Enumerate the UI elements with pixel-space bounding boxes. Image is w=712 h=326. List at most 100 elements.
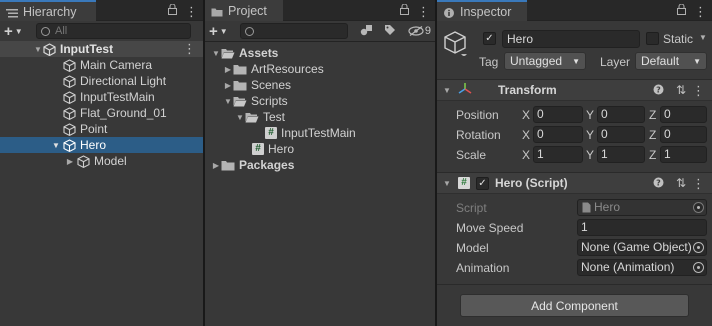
position-y-field[interactable]: 0	[597, 106, 645, 123]
tree-input-test-main[interactable]: # InputTestMain	[205, 125, 435, 141]
transform-title: Transform	[498, 83, 557, 97]
tab-hierarchy[interactable]: Hierarchy	[0, 0, 96, 21]
gameobject-large-icon[interactable]	[444, 30, 470, 59]
script-component-header[interactable]: ▼ # ✓ Hero (Script) ? ⇅ ⋮	[437, 172, 712, 194]
create-button[interactable]: + ▼	[4, 23, 32, 40]
object-name-field[interactable]: Hero	[502, 30, 640, 48]
model-label: Model	[456, 241, 489, 255]
folder-tab-icon	[211, 6, 223, 16]
preset-icon[interactable]: ⇅	[676, 83, 686, 97]
tag-dropdown[interactable]: Untagged ▼	[504, 52, 586, 70]
hierarchy-item-label: InputTestMain	[80, 90, 155, 104]
tree-hero-script[interactable]: # Hero	[205, 141, 435, 157]
csharp-script-icon: #	[458, 177, 470, 189]
help-icon[interactable]: ?	[653, 177, 664, 191]
hierarchy-search-input[interactable]: All	[36, 23, 191, 39]
static-dropdown-arrow-icon[interactable]: ▼	[699, 33, 707, 42]
transform-icon	[458, 82, 472, 98]
transform-header[interactable]: ▼ Transform ? ⇅ ⋮	[437, 79, 712, 101]
collapse-arrow-icon[interactable]: ▶	[223, 81, 233, 90]
expand-arrow-icon[interactable]: ▼	[235, 113, 245, 122]
collapse-arrow-icon[interactable]: ▶	[223, 65, 233, 74]
tree-label: Scenes	[251, 78, 292, 92]
component-menu-icon[interactable]: ⋮	[692, 83, 705, 99]
gameobject-icon	[63, 106, 76, 120]
more-menu-icon[interactable]: ⋮	[185, 4, 198, 20]
script-component-title: Hero (Script)	[495, 176, 568, 190]
scale-y-field[interactable]: 1	[597, 146, 645, 163]
folder-icon	[233, 80, 247, 91]
tree-packages[interactable]: ▶ Packages	[205, 157, 435, 173]
expand-arrow-icon[interactable]: ▼	[223, 97, 233, 106]
collapse-arrow-icon[interactable]: ▶	[65, 157, 75, 166]
expand-arrow-icon[interactable]: ▼	[211, 49, 221, 58]
animation-field[interactable]: None (Animation)	[577, 259, 707, 276]
search-by-type-icon[interactable]	[360, 24, 374, 39]
hierarchy-item-point[interactable]: Point	[0, 121, 203, 137]
lock-icon[interactable]	[677, 3, 686, 20]
scene-row[interactable]: ▼ InputTest ⋮	[0, 41, 203, 57]
hierarchy-item-main-camera[interactable]: Main Camera	[0, 57, 203, 73]
scale-x-field[interactable]: 1	[533, 146, 583, 163]
hierarchy-item-hero[interactable]: ▼ Hero	[0, 137, 203, 153]
tree-label: InputTestMain	[281, 126, 356, 140]
scene-more-icon[interactable]: ⋮	[183, 41, 196, 57]
model-field[interactable]: None (Game Object)	[577, 239, 707, 256]
move-speed-field[interactable]: 1	[577, 219, 707, 236]
component-menu-icon[interactable]: ⋮	[692, 176, 705, 192]
expand-arrow-icon[interactable]: ▼	[51, 141, 61, 150]
csharp-script-icon: #	[265, 127, 277, 139]
position-z-field[interactable]: 0	[660, 106, 707, 123]
scale-z-field[interactable]: 1	[660, 146, 707, 163]
gameobject-icon	[63, 74, 76, 88]
hierarchy-item-input-test-main[interactable]: InputTestMain	[0, 89, 203, 105]
tree-label: Test	[263, 110, 286, 124]
search-by-label-icon[interactable]	[384, 24, 396, 39]
active-checkbox[interactable]: ✓	[483, 32, 496, 45]
tab-project[interactable]: Project	[205, 0, 283, 21]
rotation-y-field[interactable]: 0	[597, 126, 645, 143]
rotation-z-field[interactable]: 0	[660, 126, 707, 143]
tree-test[interactable]: ▼ Test	[205, 109, 435, 125]
layer-value: Default	[641, 54, 680, 68]
search-icon	[41, 26, 50, 36]
hierarchy-item-label: Model	[94, 154, 127, 168]
hierarchy-item-flat-ground[interactable]: Flat_Ground_01	[0, 105, 203, 121]
tree-scripts[interactable]: ▼ Scripts	[205, 93, 435, 109]
position-x-field[interactable]: 0	[533, 106, 583, 123]
lock-icon[interactable]	[400, 3, 409, 20]
expand-arrow-icon[interactable]: ▼	[442, 86, 452, 95]
static-checkbox[interactable]	[646, 32, 659, 45]
object-picker-icon[interactable]	[693, 262, 704, 273]
tree-label: Scripts	[251, 94, 288, 108]
inspector-tabbar: Inspector ⋮	[437, 0, 712, 21]
hierarchy-item-model[interactable]: ▶ Model	[0, 153, 203, 169]
object-picker-icon[interactable]	[693, 242, 704, 253]
tree-art-resources[interactable]: ▶ ArtResources	[205, 61, 435, 77]
lock-icon[interactable]	[168, 3, 177, 20]
tree-label: ArtResources	[251, 62, 324, 76]
hierarchy-item-directional-light[interactable]: Directional Light	[0, 73, 203, 89]
add-component-button[interactable]: Add Component	[460, 294, 689, 317]
script-enabled-checkbox[interactable]: ✓	[476, 176, 489, 190]
tab-inspector[interactable]: Inspector	[437, 0, 527, 21]
help-icon[interactable]: ?	[653, 84, 664, 98]
tree-scenes[interactable]: ▶ Scenes	[205, 77, 435, 93]
more-menu-icon[interactable]: ⋮	[694, 4, 707, 20]
tree-assets[interactable]: ▼ Assets	[205, 45, 435, 61]
axis-x-label: X	[522, 128, 531, 142]
rotation-x-field[interactable]: 0	[533, 126, 583, 143]
expand-arrow-icon[interactable]: ▼	[33, 45, 43, 54]
expand-arrow-icon[interactable]: ▼	[442, 179, 452, 188]
hierarchy-item-label: Flat_Ground_01	[80, 106, 167, 120]
create-button[interactable]: + ▼	[209, 23, 236, 40]
hidden-count: 9	[424, 25, 431, 37]
layer-dropdown[interactable]: Default ▼	[635, 52, 707, 70]
hidden-packages-toggle[interactable]: 9	[408, 25, 431, 37]
collapse-arrow-icon[interactable]: ▶	[211, 161, 221, 170]
axis-x-label: X	[522, 148, 531, 162]
preset-icon[interactable]: ⇅	[676, 176, 686, 190]
more-menu-icon[interactable]: ⋮	[417, 4, 430, 20]
divider	[437, 284, 712, 285]
project-search-input[interactable]	[240, 23, 348, 39]
